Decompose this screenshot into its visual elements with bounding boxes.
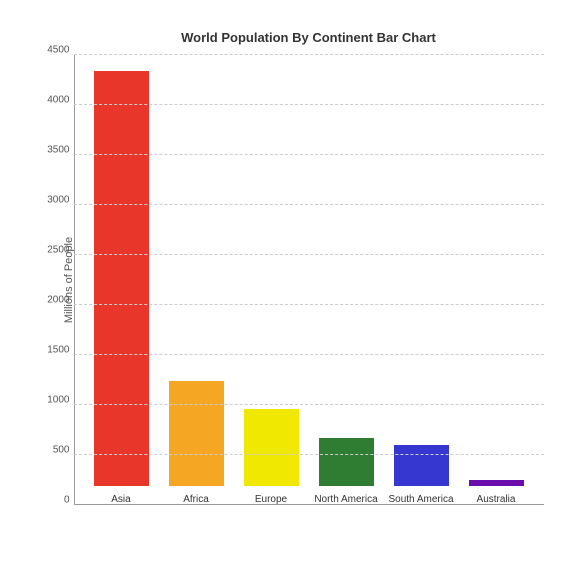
bar-group: North America	[309, 438, 384, 505]
grid-line	[74, 204, 544, 205]
grid-line	[74, 54, 544, 55]
bar-label: South America	[388, 494, 453, 505]
bar-label: Africa	[183, 494, 209, 505]
bar-label: Asia	[111, 494, 130, 505]
y-tick-label: 1000	[32, 394, 70, 405]
bar	[394, 445, 449, 486]
grid-and-bars: Asia Africa Europe North America South Ameri…	[74, 55, 544, 505]
bar	[319, 438, 374, 486]
y-tick-label-zero: 0	[32, 494, 70, 505]
chart-container: World Population By Continent Bar Chart …	[14, 10, 554, 570]
y-tick-label: 500	[32, 444, 70, 455]
chart-title: World Population By Continent Bar Chart	[74, 30, 544, 45]
grid-line	[74, 154, 544, 155]
bar-group: Asia	[84, 71, 159, 505]
y-tick-label: 2500	[32, 244, 70, 255]
y-tick-label: 3000	[32, 194, 70, 205]
chart-area: Millions of People AsiaAfricaEuropeNorth…	[74, 55, 544, 505]
bar	[244, 409, 299, 486]
bar-label: Europe	[255, 494, 287, 505]
bar-group: Africa	[159, 381, 234, 505]
bar-group: Europe	[234, 409, 309, 505]
grid-line	[74, 304, 544, 305]
grid-line	[74, 104, 544, 105]
bar	[469, 480, 524, 486]
y-tick-label: 3500	[32, 144, 70, 155]
bar-label: Australia	[477, 494, 516, 505]
grid-line	[74, 254, 544, 255]
y-tick-label: 1500	[32, 344, 70, 355]
grid-line	[74, 454, 544, 455]
grid-line	[74, 404, 544, 405]
bar-group: Australia	[459, 480, 534, 505]
grid-line	[74, 354, 544, 355]
y-tick-label: 2000	[32, 294, 70, 305]
bar	[169, 381, 224, 486]
y-tick-label: 4500	[32, 44, 70, 55]
bars-wrapper: Asia Africa Europe North America South Ameri…	[74, 55, 544, 505]
y-tick-label: 4000	[32, 94, 70, 105]
bar-label: North America	[314, 494, 377, 505]
bar	[94, 71, 149, 486]
